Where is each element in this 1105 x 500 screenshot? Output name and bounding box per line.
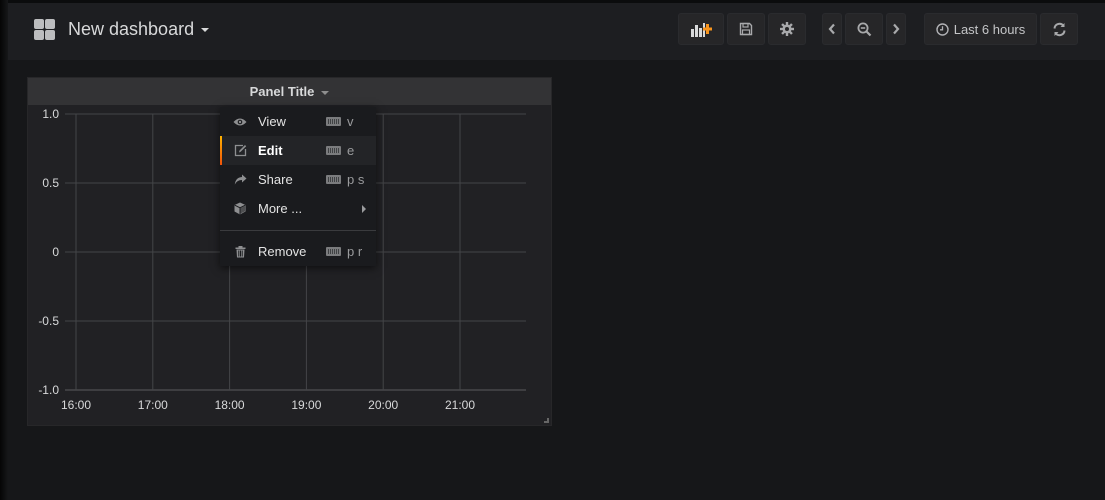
y-tick-label: 1.0 xyxy=(42,107,59,121)
x-tick-label: 20:00 xyxy=(368,398,398,412)
save-icon xyxy=(739,22,753,36)
menu-item-more[interactable]: More ... xyxy=(220,194,376,223)
keyboard-icon xyxy=(326,117,341,126)
panel-resize-handle[interactable] xyxy=(544,418,549,423)
menu-item-edit[interactable]: Edit e xyxy=(220,136,376,165)
menu-item-shortcut: p s xyxy=(347,172,365,187)
cube-icon xyxy=(233,202,247,216)
x-tick-label: 16:00 xyxy=(61,398,91,412)
y-tick-label: -0.5 xyxy=(38,314,59,328)
menu-item-label: Share xyxy=(258,172,293,187)
chevron-left-icon xyxy=(828,23,835,35)
window-left-edge xyxy=(0,0,8,500)
edit-icon xyxy=(233,144,247,158)
menu-item-view[interactable]: View v xyxy=(220,107,376,136)
refresh-icon xyxy=(1053,22,1065,36)
menu-item-shortcut: e xyxy=(347,143,355,158)
menu-item-share[interactable]: Share p s xyxy=(220,165,376,194)
x-tick-label: 21:00 xyxy=(445,398,475,412)
menu-divider xyxy=(220,230,376,231)
time-shift-forward-button[interactable] xyxy=(886,13,906,45)
keyboard-icon xyxy=(326,247,341,256)
menu-item-shortcut: v xyxy=(347,114,354,129)
dashboard-picker[interactable]: New dashboard xyxy=(34,19,210,40)
refresh-button[interactable] xyxy=(1040,13,1078,45)
share-icon xyxy=(233,173,247,187)
dashboard-settings-button[interactable] xyxy=(768,13,806,45)
navbar: New dashboard Last 6 hours xyxy=(0,3,1105,60)
gear-icon xyxy=(780,22,794,36)
dashboard-grid-icon xyxy=(34,19,55,40)
menu-item-label: View xyxy=(258,114,286,129)
zoom-out-button[interactable] xyxy=(845,13,883,45)
x-tick-label: 18:00 xyxy=(215,398,245,412)
y-tick-label: 0 xyxy=(52,245,59,259)
save-dashboard-button[interactable] xyxy=(727,13,765,45)
eye-icon xyxy=(233,115,247,129)
clock-icon xyxy=(936,22,949,36)
chevron-right-icon xyxy=(893,23,900,35)
x-tick-label: 19:00 xyxy=(291,398,321,412)
time-range-label: Last 6 hours xyxy=(953,21,1026,37)
menu-item-remove[interactable]: Remove p r xyxy=(220,237,376,266)
keyboard-icon xyxy=(326,175,341,184)
y-tick-label: -1.0 xyxy=(38,383,59,397)
caret-down-icon xyxy=(201,27,210,32)
trash-icon xyxy=(233,245,247,259)
menu-item-label: Remove xyxy=(258,244,307,259)
panel-caret-down-icon xyxy=(321,90,330,95)
dashboard-title[interactable]: New dashboard xyxy=(68,19,194,40)
menu-item-shortcut: p r xyxy=(347,244,363,259)
add-panel-button[interactable] xyxy=(678,13,724,45)
menu-item-label: More ... xyxy=(258,201,303,216)
menu-item-label: Edit xyxy=(258,143,283,158)
add-panel-icon xyxy=(691,23,712,37)
panel-header[interactable]: Panel Title xyxy=(28,78,551,105)
x-tick-label: 17:00 xyxy=(138,398,168,412)
y-tick-label: 0.5 xyxy=(42,176,59,190)
keyboard-icon xyxy=(326,146,341,155)
time-range-picker[interactable]: Last 6 hours xyxy=(924,13,1037,45)
submenu-arrow-icon xyxy=(362,204,366,213)
panel-dropdown-menu: View v Edit e Share p s More ... Remove … xyxy=(220,107,376,266)
time-shift-back-button[interactable] xyxy=(822,13,842,45)
zoom-out-icon xyxy=(857,22,871,36)
panel-title[interactable]: Panel Title xyxy=(250,84,315,99)
